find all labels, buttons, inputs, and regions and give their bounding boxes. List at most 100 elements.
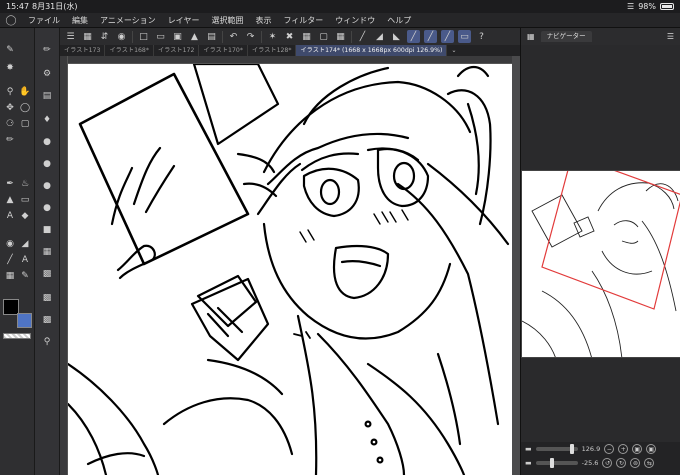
tab-illust-172[interactable]: イラスト172	[154, 45, 200, 56]
rotate-slider[interactable]	[535, 458, 578, 468]
undo-icon[interactable]: ↶	[227, 30, 240, 43]
zoom-slider[interactable]	[535, 444, 578, 454]
eyedropper-tool-icon[interactable]: ⚆	[4, 118, 16, 130]
brush-tool-icon[interactable]: ✒	[4, 178, 16, 190]
menu-animation[interactable]: アニメーション	[94, 15, 162, 26]
panel-menu-icon[interactable]: ☰	[667, 32, 680, 41]
ink-icon[interactable]: ♦	[41, 114, 53, 126]
open-file-icon[interactable]: ▭	[154, 30, 167, 43]
tab-illust-170[interactable]: イラスト170*	[199, 45, 248, 56]
stamp-icon[interactable]: ■	[41, 224, 53, 236]
pencil-tool-icon[interactable]: ✏	[4, 134, 16, 146]
texture-icon[interactable]: ●	[41, 202, 53, 214]
ruler-horizontal[interactable]	[68, 56, 512, 64]
menu-window[interactable]: ウィンドウ	[329, 15, 381, 26]
chevron-icon[interactable]: ⇵	[98, 30, 111, 43]
rotate-left-icon[interactable]: ▬	[525, 459, 532, 467]
phone-icon[interactable]: ▭	[458, 30, 471, 43]
zoom-out-icon[interactable]: ▬	[525, 445, 532, 453]
rotate-ccw-icon[interactable]: ↺	[602, 458, 613, 468]
tab-illust-168[interactable]: イラスト168*	[105, 45, 154, 56]
fill-right-icon[interactable]: ◣	[390, 30, 403, 43]
text-tool-icon[interactable]: A	[4, 210, 16, 222]
menu-view[interactable]: 表示	[249, 15, 277, 26]
menu-selection[interactable]: 選択範囲	[205, 15, 249, 26]
snap-special-icon[interactable]: ╱	[424, 30, 437, 43]
sparkle-tool-icon[interactable]: ✸	[4, 62, 16, 74]
menu-icon[interactable]: ☰	[64, 30, 77, 43]
line-tool-icon[interactable]: ╱	[4, 254, 16, 266]
flip-icon[interactable]: ⇆	[644, 458, 655, 468]
zoom-minus-icon[interactable]: −	[604, 444, 615, 454]
menu-file[interactable]: ファイル	[22, 15, 66, 26]
frame-tool-icon[interactable]: ▦	[4, 270, 16, 282]
snap-ruler-icon[interactable]: ╱	[407, 30, 420, 43]
transparent-color-swatch[interactable]	[3, 333, 31, 339]
loading-icon[interactable]: ✶	[266, 30, 279, 43]
reset-rotation-icon[interactable]: ⊚	[630, 458, 641, 468]
move-tool-icon[interactable]: ✥	[4, 102, 16, 114]
menu-filter[interactable]: フィルター	[277, 15, 329, 26]
drawing-canvas[interactable]	[68, 64, 512, 475]
layer-icon[interactable]: ▤	[41, 90, 53, 102]
zoom-tool-icon[interactable]: ⚲	[4, 86, 16, 98]
status-time: 15:47	[6, 2, 30, 11]
export-icon[interactable]: ▲	[188, 30, 201, 43]
pattern-icon[interactable]: ▩	[41, 292, 53, 304]
tab-navigator[interactable]: ナビゲーター	[540, 31, 592, 42]
pen-tool-icon[interactable]: ✎	[4, 44, 16, 56]
hand-tool-icon[interactable]: ✋	[19, 86, 31, 98]
search-icon[interactable]: ⚲	[41, 336, 53, 348]
fit-icon[interactable]: ▣	[632, 444, 643, 454]
material-icon[interactable]: ▩	[41, 268, 53, 280]
tone-icon[interactable]: ▦	[41, 246, 53, 258]
redo-icon[interactable]: ↷	[244, 30, 257, 43]
delete-icon[interactable]: ✖	[283, 30, 296, 43]
drop-icon[interactable]: ●	[41, 136, 53, 148]
crop-icon[interactable]: ▢	[317, 30, 330, 43]
settings-icon[interactable]: ⚙	[41, 68, 53, 80]
zoom-slider-knob[interactable]	[569, 444, 574, 454]
snap-grid-icon[interactable]: ╱	[441, 30, 454, 43]
app-logo-icon[interactable]: ◯	[0, 15, 22, 26]
ruler-icon[interactable]: ▦	[334, 30, 347, 43]
tab-illust-174[interactable]: イラスト174* (1668 x 1668px 600dpi 126.9%)	[296, 45, 448, 56]
lasso-tool-icon[interactable]: ◯	[19, 102, 31, 114]
blur-icon[interactable]: ●	[41, 180, 53, 192]
gradient-tool-icon[interactable]: ◢	[19, 238, 31, 250]
actual-size-icon[interactable]: ▣	[646, 444, 657, 454]
menu-layer[interactable]: レイヤー	[162, 15, 206, 26]
navigator-preview[interactable]	[521, 170, 680, 358]
select-tool-icon[interactable]: ▢	[19, 118, 31, 130]
water-icon[interactable]: ●	[41, 158, 53, 170]
fill-tool-icon[interactable]: ▲	[4, 194, 16, 206]
caption-tool-icon[interactable]: A	[19, 254, 31, 266]
brush-size-icon[interactable]: ✏	[41, 44, 53, 56]
help-icon[interactable]: ?	[475, 30, 488, 43]
new-file-icon[interactable]: □	[137, 30, 150, 43]
transform-icon[interactable]: ▦	[300, 30, 313, 43]
rotate-slider-knob[interactable]	[549, 458, 554, 468]
snap-off-icon[interactable]: ╱	[356, 30, 369, 43]
blend-tool-icon[interactable]: ◆	[19, 210, 31, 222]
bucket-tool-icon[interactable]: ◉	[4, 238, 16, 250]
balloon-tool-icon[interactable]: ✎	[19, 270, 31, 282]
rotate-cw-icon[interactable]: ↻	[616, 458, 627, 468]
tab-illust-173[interactable]: イラスト173	[60, 45, 106, 56]
print-icon[interactable]: ▤	[205, 30, 218, 43]
menu-help[interactable]: ヘルプ	[381, 15, 417, 26]
panel-collapse-icon[interactable]: ▦	[527, 32, 535, 41]
eye-icon[interactable]: ◉	[115, 30, 128, 43]
eraser-tool-icon[interactable]: ▭	[19, 194, 31, 206]
fill-left-icon[interactable]: ◢	[373, 30, 386, 43]
zoom-plus-icon[interactable]: +	[618, 444, 629, 454]
chevron-down-icon[interactable]: ⌄	[447, 45, 460, 56]
airbrush-tool-icon[interactable]: ♨	[19, 178, 31, 190]
save-icon[interactable]: ▣	[171, 30, 184, 43]
tab-illust-128[interactable]: イラスト128*	[248, 45, 297, 56]
grid-icon[interactable]: ▦	[81, 30, 94, 43]
menu-edit[interactable]: 編集	[66, 15, 94, 26]
sub-color-swatch[interactable]	[17, 313, 32, 328]
history-icon[interactable]: ▩	[41, 314, 53, 326]
ruler-vertical[interactable]	[60, 56, 68, 475]
